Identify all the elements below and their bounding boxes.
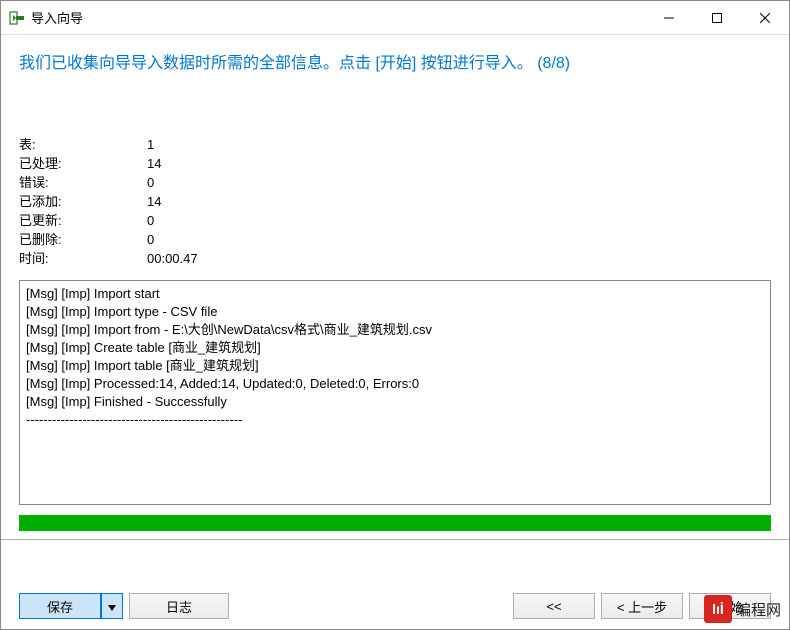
stats-label: 时间: [19,249,147,268]
stats-row-processed: 已处理:14 [19,154,771,173]
progress-bar [19,515,771,531]
separator [1,539,789,540]
stats-row-added: 已添加:14 [19,192,771,211]
log-line: [Msg] [Imp] Import table [商业_建筑规划] [26,357,764,375]
log-button-label: 日志 [166,597,192,616]
stats-value: 0 [147,211,154,230]
log-line: ----------------------------------------… [26,411,764,429]
stats-row-deleted: 已删除:0 [19,230,771,249]
stats-label: 已添加: [19,192,147,211]
stats-value: 14 [147,192,161,211]
maximize-button[interactable] [693,1,741,34]
stats-value: 14 [147,154,161,173]
watermark-text: 编程网 [736,599,781,620]
chevron-down-icon [108,599,116,614]
app-icon [9,10,25,26]
watermark: lıİ 编程网 [704,595,781,623]
stats-value: 0 [147,230,154,249]
save-dropdown-button[interactable] [101,593,123,619]
window-controls [645,1,789,34]
window-title: 导入向导 [31,8,83,27]
stats-label: 错误: [19,173,147,192]
log-line: [Msg] [Imp] Import type - CSV file [26,303,764,321]
stats-value: 1 [147,135,154,154]
button-bar: 保存 日志 << < 上一步 开始 [19,593,771,619]
stats-label: 已删除: [19,230,147,249]
stats-label: 表: [19,135,147,154]
first-step-label: << [546,599,561,614]
log-line: [Msg] [Imp] Import start [26,285,764,303]
stats-row-updated: 已更新:0 [19,211,771,230]
prev-step-label: < 上一步 [617,597,667,616]
save-button[interactable]: 保存 [19,593,101,619]
log-line: [Msg] [Imp] Create table [商业_建筑规划] [26,339,764,357]
stats-value: 0 [147,173,154,192]
stats-row-errors: 错误:0 [19,173,771,192]
log-line: [Msg] [Imp] Finished - Successfully [26,393,764,411]
stats-row-tables: 表:1 [19,135,771,154]
stats-label: 已处理: [19,154,147,173]
content-area: 我们已收集向导导入数据时所需的全部信息。点击 [开始] 按钮进行导入。 (8/8… [1,35,789,540]
log-button[interactable]: 日志 [129,593,229,619]
watermark-logo: lıİ [704,595,732,623]
log-line: [Msg] [Imp] Import from - E:\大创\NewData\… [26,321,764,339]
close-button[interactable] [741,1,789,34]
titlebar: 导入向导 [1,1,789,35]
save-split-button: 保存 [19,593,123,619]
stats-label: 已更新: [19,211,147,230]
stats-row-time: 时间:00:00.47 [19,249,771,268]
wizard-heading: 我们已收集向导导入数据时所需的全部信息。点击 [开始] 按钮进行导入。 (8/8… [19,53,771,75]
save-button-label: 保存 [47,597,73,616]
log-output[interactable]: [Msg] [Imp] Import start [Msg] [Imp] Imp… [19,280,771,505]
prev-step-button[interactable]: < 上一步 [601,593,683,619]
stats-block: 表:1 已处理:14 错误:0 已添加:14 已更新:0 已删除:0 时间:00… [19,135,771,268]
first-step-button[interactable]: << [513,593,595,619]
log-line: [Msg] [Imp] Processed:14, Added:14, Upda… [26,375,764,393]
stats-value: 00:00.47 [147,249,198,268]
minimize-button[interactable] [645,1,693,34]
